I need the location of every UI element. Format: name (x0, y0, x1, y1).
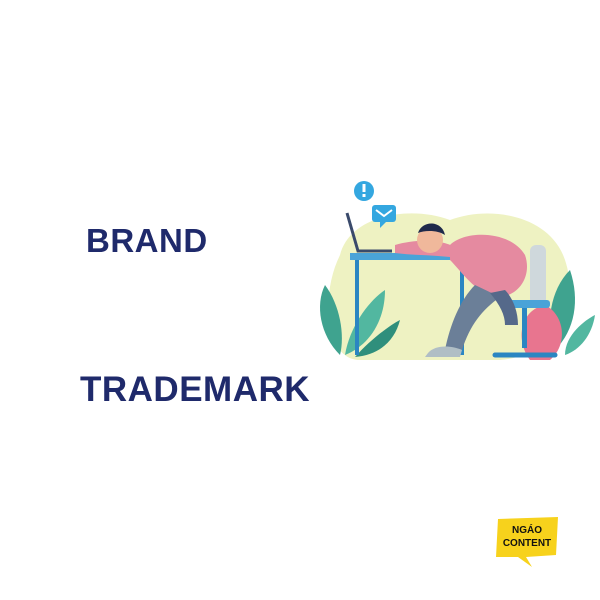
alert-icon (354, 181, 374, 201)
trademark-heading: TRADEMARK (80, 370, 311, 409)
logo-line-1: NGÁO (512, 525, 542, 536)
tired-worker-illustration (320, 181, 595, 360)
canvas: BRAND TRADEMARK NGÁO CONTENT (0, 0, 600, 600)
logo-line-2: CONTENT (502, 538, 552, 549)
ngao-content-logo: NGÁO CONTENT (494, 517, 560, 567)
brand-heading: BRAND (86, 222, 208, 259)
